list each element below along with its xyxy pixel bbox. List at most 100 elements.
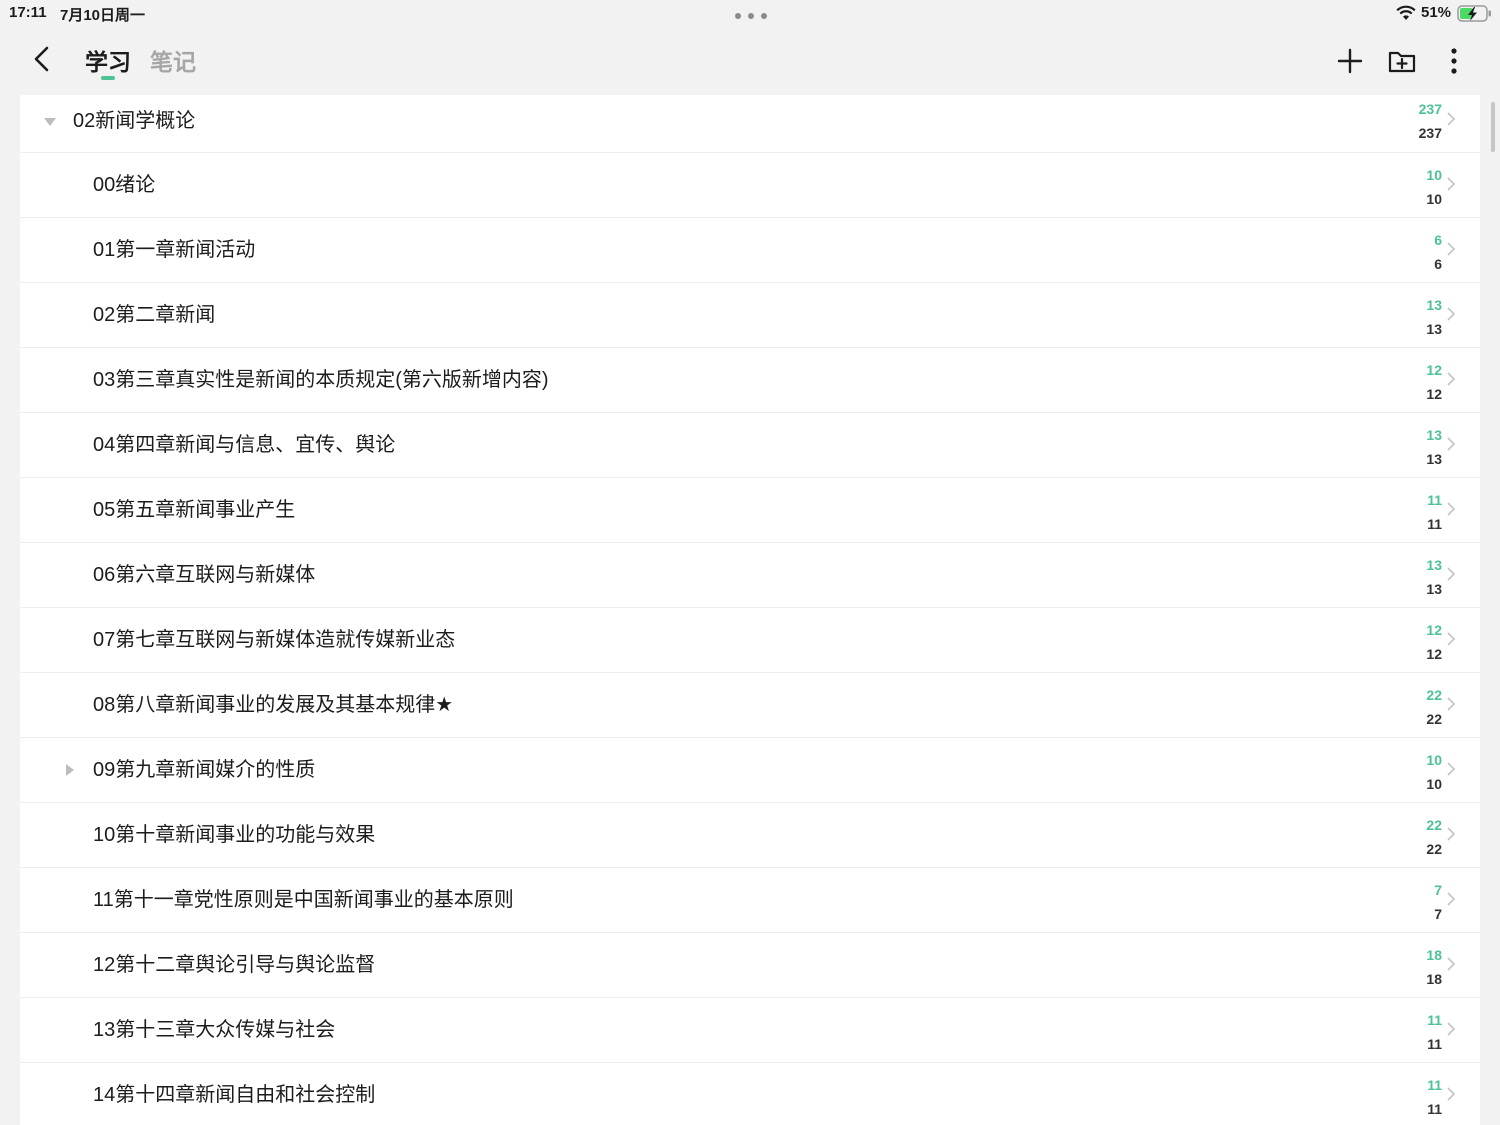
count-bottom: 12 — [1426, 646, 1442, 662]
course-list: 02新闻学概论 237 237 00绪论 10 10 01第一章新闻活动 6 6 02第二章… — [20, 95, 1480, 1125]
list-item[interactable]: 02第二章新闻 13 13 — [20, 283, 1480, 348]
multitasking-dots-icon[interactable] — [735, 13, 767, 19]
item-counts: 11 11 — [1427, 1008, 1442, 1056]
count-top: 6 — [1434, 232, 1442, 248]
count-top: 11 — [1427, 1077, 1442, 1093]
count-bottom: 11 — [1427, 516, 1442, 532]
list-item-label: 02第二章新闻 — [93, 304, 216, 326]
count-top: 10 — [1426, 167, 1442, 183]
nav-bar: 学习 笔记 — [0, 30, 1500, 92]
count-bottom: 6 — [1434, 256, 1442, 272]
list-item[interactable]: 08第八章新闻事业的发展及其基本规律★ 22 22 — [20, 673, 1480, 738]
item-counts: 22 22 — [1426, 683, 1442, 731]
item-counts: 10 10 — [1426, 163, 1442, 211]
battery-percent: 51% — [1421, 4, 1452, 21]
list-item-label: 02新闻学概论 — [73, 110, 196, 132]
count-top: 10 — [1426, 752, 1442, 768]
count-top: 11 — [1427, 1012, 1442, 1028]
list-item-label: 12第十二章舆论引导与舆论监督 — [93, 954, 376, 976]
list-item[interactable]: 01第一章新闻活动 6 6 — [20, 218, 1480, 283]
item-counts: 12 12 — [1426, 618, 1442, 666]
chevron-right-icon — [1447, 112, 1456, 126]
caret-down-icon[interactable] — [44, 118, 56, 126]
chevron-right-icon — [1447, 827, 1456, 841]
list-item-label: 10第十章新闻事业的功能与效果 — [93, 824, 376, 846]
count-bottom: 22 — [1426, 841, 1442, 857]
list-item[interactable]: 10第十章新闻事业的功能与效果 22 22 — [20, 803, 1480, 868]
count-top: 12 — [1426, 362, 1442, 378]
chevron-right-icon — [1447, 502, 1456, 516]
tab-study[interactable]: 学习 — [85, 43, 131, 77]
list-item-label: 08第八章新闻事业的发展及其基本规律★ — [93, 694, 454, 716]
count-top: 12 — [1426, 622, 1442, 638]
item-counts: 22 22 — [1426, 813, 1442, 861]
new-folder-button[interactable] — [1385, 44, 1419, 78]
active-tab-indicator — [101, 76, 115, 80]
chevron-right-icon — [1447, 1087, 1456, 1101]
plus-icon — [1337, 48, 1363, 74]
count-bottom: 237 — [1418, 125, 1442, 141]
chevron-right-icon — [1447, 762, 1456, 776]
list-item[interactable]: 13第十三章大众传媒与社会 11 11 — [20, 998, 1480, 1063]
item-counts: 13 13 — [1426, 423, 1442, 471]
list-item[interactable]: 00绪论 10 10 — [20, 153, 1480, 218]
chevron-right-icon — [1447, 632, 1456, 646]
more-button[interactable] — [1437, 44, 1471, 78]
list-root-row[interactable]: 02新闻学概论 237 237 — [20, 95, 1480, 153]
count-top: 22 — [1426, 687, 1442, 703]
item-counts: 12 12 — [1426, 358, 1442, 406]
list-item[interactable]: 14第十四章新闻自由和社会控制 11 11 — [20, 1063, 1480, 1125]
list-item[interactable]: 09第九章新闻媒介的性质 10 10 — [20, 738, 1480, 803]
count-bottom: 13 — [1426, 321, 1442, 337]
count-top: 13 — [1426, 297, 1442, 313]
chevron-right-icon — [1447, 177, 1456, 191]
wifi-icon — [1396, 5, 1416, 20]
item-counts: 13 13 — [1426, 553, 1442, 601]
list-item-label: 09第九章新闻媒介的性质 — [93, 759, 316, 781]
chevron-right-icon — [1447, 242, 1456, 256]
list-item[interactable]: 11第十一章党性原则是中国新闻事业的基本原则 7 7 — [20, 868, 1480, 933]
count-bottom: 18 — [1426, 971, 1442, 987]
back-button[interactable] — [28, 42, 58, 78]
list-item-label: 11第十一章党性原则是中国新闻事业的基本原则 — [93, 889, 514, 911]
list-item[interactable]: 03第三章真实性是新闻的本质规定(第六版新增内容) 12 12 — [20, 348, 1480, 413]
status-time: 17:11 — [9, 4, 47, 21]
list-item[interactable]: 07第七章互联网与新媒体造就传媒新业态 12 12 — [20, 608, 1480, 673]
count-top: 22 — [1426, 817, 1442, 833]
count-top: 13 — [1426, 557, 1442, 573]
count-top: 13 — [1426, 427, 1442, 443]
list-item-label: 03第三章真实性是新闻的本质规定(第六版新增内容) — [93, 369, 549, 391]
status-bar: 17:11 7月10日周一 51% — [0, 0, 1500, 28]
item-counts: 11 11 — [1427, 488, 1442, 536]
chevron-right-icon — [1447, 892, 1456, 906]
list-item[interactable]: 05第五章新闻事业产生 11 11 — [20, 478, 1480, 543]
item-counts: 66 — [1434, 228, 1442, 276]
caret-right-icon[interactable] — [66, 764, 74, 776]
tab-notes[interactable]: 笔记 — [150, 43, 196, 77]
item-counts: 10 10 — [1426, 748, 1442, 796]
list-item[interactable]: 12第十二章舆论引导与舆论监督 18 18 — [20, 933, 1480, 998]
count-bottom: 7 — [1434, 906, 1442, 922]
count-bottom: 22 — [1426, 711, 1442, 727]
list-item-label: 13第十三章大众传媒与社会 — [93, 1019, 336, 1041]
add-button[interactable] — [1333, 44, 1367, 78]
folder-plus-icon — [1388, 51, 1416, 73]
chevron-right-icon — [1447, 307, 1456, 321]
list-item-label: 07第七章互联网与新媒体造就传媒新业态 — [93, 629, 456, 651]
list-item-label: 05第五章新闻事业产生 — [93, 499, 296, 521]
count-bottom: 13 — [1426, 581, 1442, 597]
list-item[interactable]: 04第四章新闻与信息、宜传、舆论 13 13 — [20, 413, 1480, 478]
more-vertical-icon — [1451, 48, 1457, 74]
status-date: 7月10日周一 — [60, 7, 146, 24]
chevron-right-icon — [1447, 567, 1456, 581]
chevron-left-icon — [34, 46, 49, 72]
scrollbar[interactable] — [1491, 102, 1495, 152]
chevron-right-icon — [1447, 697, 1456, 711]
count-bottom: 12 — [1426, 386, 1442, 402]
chevron-right-icon — [1447, 372, 1456, 386]
list-item[interactable]: 06第六章互联网与新媒体 13 13 — [20, 543, 1480, 608]
item-counts: 237 237 — [1419, 97, 1442, 145]
count-bottom: 13 — [1426, 451, 1442, 467]
count-top: 11 — [1427, 492, 1442, 508]
chevron-right-icon — [1447, 1022, 1456, 1036]
